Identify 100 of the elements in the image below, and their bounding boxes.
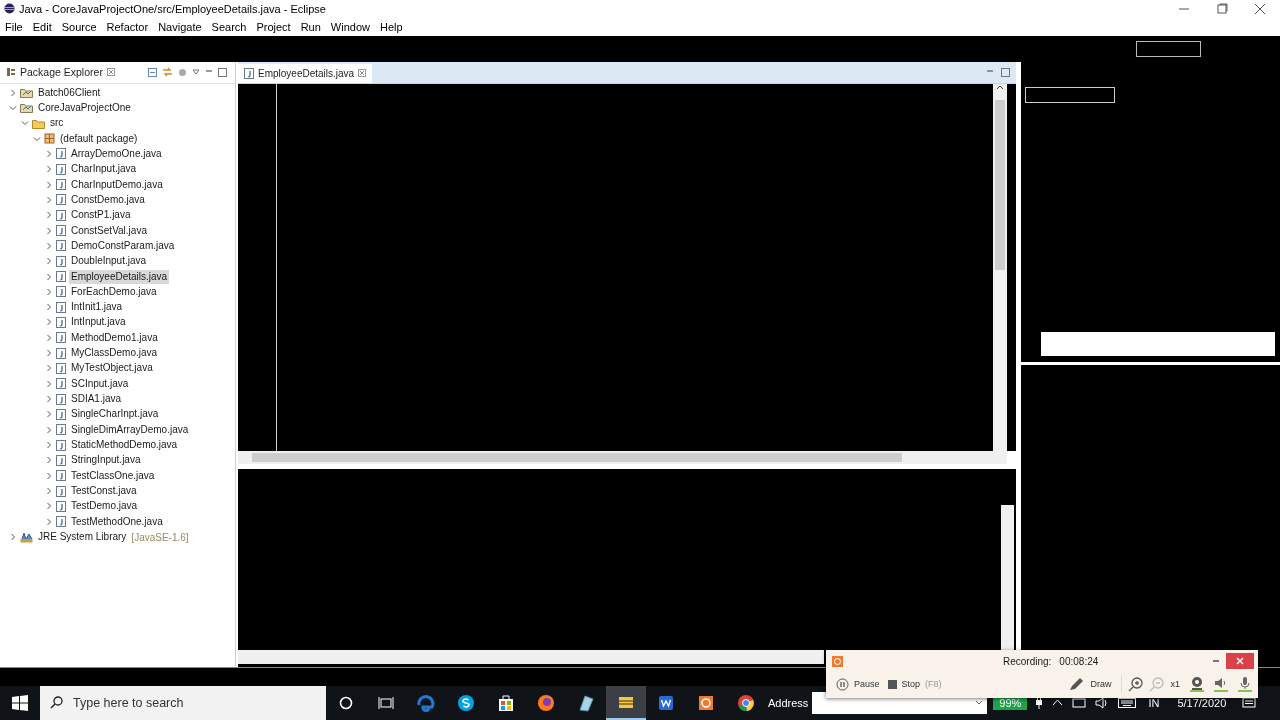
tree-item[interactable]: MyTestObject.java [69,361,155,376]
editor-tab[interactable]: EmployeeDetails.java [238,63,373,83]
tree-item[interactable]: ForEachDemo.java [69,284,159,299]
task-view-icon[interactable] [378,696,394,710]
round-browser-icon[interactable] [736,693,756,713]
chevron-icon[interactable] [45,517,53,526]
collapse-all-icon[interactable] [148,67,157,77]
chevron-icon[interactable] [45,241,53,250]
close-icon[interactable] [1254,3,1266,15]
vertical-scrollbar[interactable] [1001,504,1014,650]
tree-item[interactable]: ConstSetVal.java [69,223,149,238]
chevron-icon[interactable] [9,533,17,542]
dropdown-icon[interactable] [975,700,984,706]
browser-icon[interactable] [416,693,436,713]
chevron-icon[interactable] [45,410,53,419]
chevron-icon[interactable] [45,487,53,496]
tree-item[interactable]: DemoConstParam.java [69,238,177,253]
chevron-icon[interactable] [45,149,53,158]
menu-item[interactable]: Run [300,20,321,33]
tree-item[interactable]: src [48,116,66,131]
chevron-icon[interactable] [45,272,53,281]
chevron-icon[interactable] [45,257,53,266]
tree-item[interactable]: StringInput.java [69,453,143,468]
menu-item[interactable]: File [5,20,23,33]
zoom-in-icon[interactable] [1128,676,1144,692]
plug-icon[interactable] [1035,697,1044,709]
close-icon[interactable] [106,68,115,77]
menu-item[interactable]: Refactor [106,20,149,33]
chat-app-icon[interactable] [456,693,476,713]
chevron-icon[interactable] [33,134,41,143]
vertical-scrollbar[interactable] [993,83,1007,451]
tree-item[interactable]: Batch06Client [36,85,103,100]
chevron-icon[interactable] [45,195,53,204]
tree-item[interactable]: JRE System Library [36,530,129,545]
link-icon[interactable] [162,67,173,78]
close-icon[interactable] [358,69,367,78]
chevron-icon[interactable] [45,287,53,296]
tree-item[interactable]: MyClassDemo.java [69,346,160,361]
chevron-icon[interactable] [9,88,17,97]
chevron-icon[interactable] [45,395,53,404]
maximize-icon[interactable] [1216,3,1228,15]
tree-item[interactable]: TestConst.java [69,484,139,499]
chevron-icon[interactable] [45,318,53,327]
chevron-icon[interactable] [45,471,53,480]
tree-item[interactable]: TestMethodOne.java [69,514,165,529]
chevron-icon[interactable] [45,456,53,465]
fox-browser-icon[interactable] [536,693,556,713]
minimize-icon[interactable] [1212,657,1220,665]
chevron-icon[interactable] [9,103,17,112]
tree-item[interactable]: SCInput.java [69,376,131,391]
scroll-up-icon[interactable] [996,83,1004,90]
draw-button[interactable]: Draw [1065,677,1116,691]
keyboard-icon[interactable] [1118,697,1137,709]
zoom-out-icon[interactable] [1149,676,1165,692]
menu-item[interactable]: Project [256,20,291,33]
maximize-icon[interactable] [1001,67,1010,77]
tree-item[interactable]: SingleCharInpt.java [69,407,161,422]
microphone-icon[interactable] [1238,676,1252,692]
tree-item[interactable]: (default package) [58,131,140,146]
notepad-icon[interactable] [576,693,596,713]
menu-item[interactable]: Search [211,20,247,33]
menu-item[interactable]: Edit [32,20,52,33]
input-language[interactable]: IN [1148,697,1160,709]
cortana-icon[interactable] [339,696,353,710]
chevron-icon[interactable] [21,119,29,128]
menu-item[interactable]: Source [61,20,97,33]
tree-item[interactable]: TestDemo.java [69,499,140,514]
tree-item[interactable]: ConstP1.java [69,208,133,223]
chevron-icon[interactable] [45,226,53,235]
store-bag-icon[interactable] [496,693,516,713]
tree-item[interactable]: CharInputDemo.java [69,177,165,192]
webcam-icon[interactable] [1190,676,1204,692]
chevron-icon[interactable] [45,211,53,220]
chevron-icon[interactable] [45,165,53,174]
chevron-icon[interactable] [45,333,53,342]
view-menu-icon[interactable] [192,68,200,77]
pause-button[interactable]: Pause [832,677,884,691]
chevron-icon[interactable] [45,441,53,450]
menu-item[interactable]: Help [380,20,403,33]
caret-up-icon[interactable] [1052,699,1064,707]
tree-item[interactable]: TestClassOne.java [69,468,157,483]
chevron-icon[interactable] [45,349,53,358]
clock-date[interactable]: 5/17/2020 [1177,697,1227,709]
horizontal-scrollbar[interactable] [238,650,824,664]
menu-item[interactable]: Navigate [158,20,202,33]
tree-item[interactable]: EmployeeDetails.java [69,269,170,284]
chevron-icon[interactable] [45,425,53,434]
tree-item[interactable]: SingleDimArrayDemo.java [69,422,191,437]
tree-item[interactable]: MethodDemo1.java [69,330,160,345]
windows-start-icon[interactable] [12,695,28,711]
tree-item[interactable]: StaticMethodDemo.java [69,438,180,453]
chevron-icon[interactable] [45,379,53,388]
notifications-icon[interactable] [1242,696,1257,710]
speaker-icon[interactable] [1095,697,1110,709]
chevron-icon[interactable] [45,364,53,373]
tree-item[interactable]: CharInput.java [69,162,139,177]
tree-item[interactable]: IntInput.java [69,315,128,330]
tree-item[interactable]: ArrayDemoOne.java [69,146,164,161]
tree-item[interactable]: SDIA1.java [69,392,124,407]
search-field[interactable]: Type here to search [40,686,326,720]
